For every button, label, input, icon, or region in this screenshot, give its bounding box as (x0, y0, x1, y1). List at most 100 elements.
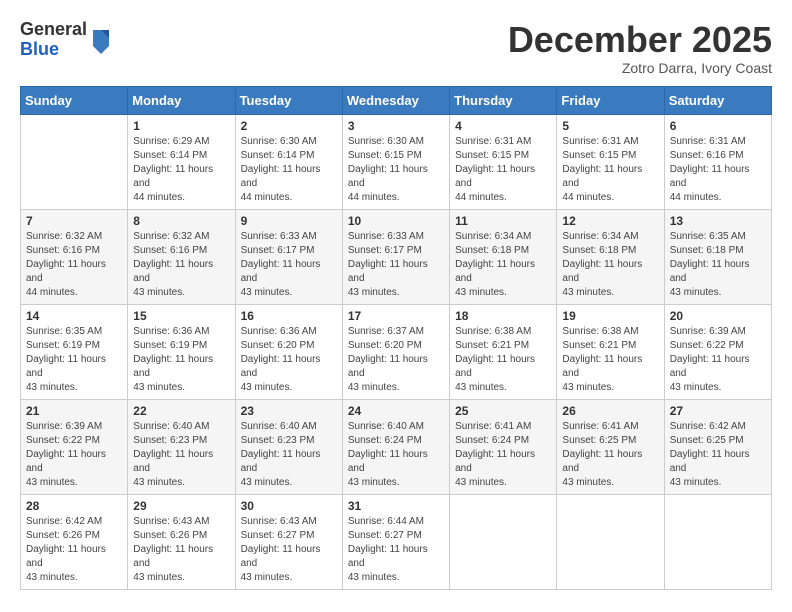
day-number: 12 (562, 214, 658, 228)
weekday-header: Friday (557, 86, 664, 114)
day-info: Sunrise: 6:30 AMSunset: 6:15 PMDaylight:… (348, 135, 444, 205)
day-info: Sunrise: 6:43 AMSunset: 6:26 PMDaylight:… (133, 515, 229, 585)
day-number: 14 (26, 309, 122, 323)
day-info: Sunrise: 6:41 AMSunset: 6:25 PMDaylight:… (562, 420, 658, 490)
day-info: Sunrise: 6:34 AMSunset: 6:18 PMDaylight:… (455, 230, 551, 300)
day-number: 19 (562, 309, 658, 323)
calendar-cell (450, 494, 557, 589)
day-number: 22 (133, 404, 229, 418)
calendar-cell: 16 Sunrise: 6:36 AMSunset: 6:20 PMDaylig… (235, 304, 342, 399)
calendar-header-row: SundayMondayTuesdayWednesdayThursdayFrid… (21, 86, 772, 114)
day-number: 4 (455, 119, 551, 133)
day-number: 31 (348, 499, 444, 513)
calendar-cell: 22 Sunrise: 6:40 AMSunset: 6:23 PMDaylig… (128, 399, 235, 494)
day-number: 5 (562, 119, 658, 133)
day-number: 23 (241, 404, 337, 418)
weekday-header: Wednesday (342, 86, 449, 114)
day-info: Sunrise: 6:31 AMSunset: 6:15 PMDaylight:… (562, 135, 658, 205)
day-number: 17 (348, 309, 444, 323)
day-info: Sunrise: 6:38 AMSunset: 6:21 PMDaylight:… (455, 325, 551, 395)
calendar-cell: 21 Sunrise: 6:39 AMSunset: 6:22 PMDaylig… (21, 399, 128, 494)
calendar-week-row: 14 Sunrise: 6:35 AMSunset: 6:19 PMDaylig… (21, 304, 772, 399)
day-number: 20 (670, 309, 766, 323)
calendar-cell: 10 Sunrise: 6:33 AMSunset: 6:17 PMDaylig… (342, 209, 449, 304)
logo-blue-text: Blue (20, 40, 87, 60)
calendar-cell: 8 Sunrise: 6:32 AMSunset: 6:16 PMDayligh… (128, 209, 235, 304)
day-info: Sunrise: 6:30 AMSunset: 6:14 PMDaylight:… (241, 135, 337, 205)
day-info: Sunrise: 6:33 AMSunset: 6:17 PMDaylight:… (348, 230, 444, 300)
day-info: Sunrise: 6:38 AMSunset: 6:21 PMDaylight:… (562, 325, 658, 395)
month-title: December 2025 (508, 20, 772, 60)
calendar-cell: 26 Sunrise: 6:41 AMSunset: 6:25 PMDaylig… (557, 399, 664, 494)
day-number: 11 (455, 214, 551, 228)
logo-general-text: General (20, 20, 87, 40)
day-number: 28 (26, 499, 122, 513)
calendar-cell: 17 Sunrise: 6:37 AMSunset: 6:20 PMDaylig… (342, 304, 449, 399)
day-number: 9 (241, 214, 337, 228)
day-info: Sunrise: 6:29 AMSunset: 6:14 PMDaylight:… (133, 135, 229, 205)
calendar-cell: 20 Sunrise: 6:39 AMSunset: 6:22 PMDaylig… (664, 304, 771, 399)
day-number: 1 (133, 119, 229, 133)
day-number: 24 (348, 404, 444, 418)
day-info: Sunrise: 6:39 AMSunset: 6:22 PMDaylight:… (26, 420, 122, 490)
day-number: 8 (133, 214, 229, 228)
calendar-cell: 4 Sunrise: 6:31 AMSunset: 6:15 PMDayligh… (450, 114, 557, 209)
day-info: Sunrise: 6:43 AMSunset: 6:27 PMDaylight:… (241, 515, 337, 585)
calendar-cell: 5 Sunrise: 6:31 AMSunset: 6:15 PMDayligh… (557, 114, 664, 209)
day-info: Sunrise: 6:41 AMSunset: 6:24 PMDaylight:… (455, 420, 551, 490)
calendar-cell: 28 Sunrise: 6:42 AMSunset: 6:26 PMDaylig… (21, 494, 128, 589)
calendar-cell: 25 Sunrise: 6:41 AMSunset: 6:24 PMDaylig… (450, 399, 557, 494)
calendar-cell: 27 Sunrise: 6:42 AMSunset: 6:25 PMDaylig… (664, 399, 771, 494)
calendar-cell: 29 Sunrise: 6:43 AMSunset: 6:26 PMDaylig… (128, 494, 235, 589)
calendar-week-row: 21 Sunrise: 6:39 AMSunset: 6:22 PMDaylig… (21, 399, 772, 494)
calendar-cell: 7 Sunrise: 6:32 AMSunset: 6:16 PMDayligh… (21, 209, 128, 304)
day-info: Sunrise: 6:37 AMSunset: 6:20 PMDaylight:… (348, 325, 444, 395)
calendar-table: SundayMondayTuesdayWednesdayThursdayFrid… (20, 86, 772, 590)
calendar-cell: 12 Sunrise: 6:34 AMSunset: 6:18 PMDaylig… (557, 209, 664, 304)
page-header: General Blue December 2025 Zotro Darra, … (20, 20, 772, 76)
weekday-header: Monday (128, 86, 235, 114)
calendar-week-row: 1 Sunrise: 6:29 AMSunset: 6:14 PMDayligh… (21, 114, 772, 209)
logo-icon (89, 26, 113, 54)
calendar-cell: 3 Sunrise: 6:30 AMSunset: 6:15 PMDayligh… (342, 114, 449, 209)
title-section: December 2025 Zotro Darra, Ivory Coast (508, 20, 772, 76)
weekday-header: Thursday (450, 86, 557, 114)
calendar-cell: 6 Sunrise: 6:31 AMSunset: 6:16 PMDayligh… (664, 114, 771, 209)
day-info: Sunrise: 6:35 AMSunset: 6:18 PMDaylight:… (670, 230, 766, 300)
day-number: 3 (348, 119, 444, 133)
day-number: 13 (670, 214, 766, 228)
day-number: 30 (241, 499, 337, 513)
calendar-cell (21, 114, 128, 209)
day-number: 10 (348, 214, 444, 228)
day-number: 2 (241, 119, 337, 133)
day-number: 7 (26, 214, 122, 228)
day-info: Sunrise: 6:40 AMSunset: 6:24 PMDaylight:… (348, 420, 444, 490)
calendar-cell: 2 Sunrise: 6:30 AMSunset: 6:14 PMDayligh… (235, 114, 342, 209)
calendar-cell (557, 494, 664, 589)
calendar-cell: 31 Sunrise: 6:44 AMSunset: 6:27 PMDaylig… (342, 494, 449, 589)
calendar-cell: 9 Sunrise: 6:33 AMSunset: 6:17 PMDayligh… (235, 209, 342, 304)
day-number: 18 (455, 309, 551, 323)
weekday-header: Sunday (21, 86, 128, 114)
day-info: Sunrise: 6:42 AMSunset: 6:25 PMDaylight:… (670, 420, 766, 490)
day-info: Sunrise: 6:40 AMSunset: 6:23 PMDaylight:… (241, 420, 337, 490)
logo: General Blue (20, 20, 113, 60)
calendar-cell: 11 Sunrise: 6:34 AMSunset: 6:18 PMDaylig… (450, 209, 557, 304)
day-info: Sunrise: 6:33 AMSunset: 6:17 PMDaylight:… (241, 230, 337, 300)
day-info: Sunrise: 6:36 AMSunset: 6:19 PMDaylight:… (133, 325, 229, 395)
day-number: 29 (133, 499, 229, 513)
day-number: 27 (670, 404, 766, 418)
day-number: 25 (455, 404, 551, 418)
day-info: Sunrise: 6:34 AMSunset: 6:18 PMDaylight:… (562, 230, 658, 300)
calendar-week-row: 7 Sunrise: 6:32 AMSunset: 6:16 PMDayligh… (21, 209, 772, 304)
day-number: 15 (133, 309, 229, 323)
day-number: 6 (670, 119, 766, 133)
calendar-cell: 23 Sunrise: 6:40 AMSunset: 6:23 PMDaylig… (235, 399, 342, 494)
location: Zotro Darra, Ivory Coast (508, 60, 772, 76)
calendar-cell: 30 Sunrise: 6:43 AMSunset: 6:27 PMDaylig… (235, 494, 342, 589)
calendar-cell: 18 Sunrise: 6:38 AMSunset: 6:21 PMDaylig… (450, 304, 557, 399)
day-number: 26 (562, 404, 658, 418)
calendar-cell (664, 494, 771, 589)
day-info: Sunrise: 6:31 AMSunset: 6:15 PMDaylight:… (455, 135, 551, 205)
calendar-cell: 14 Sunrise: 6:35 AMSunset: 6:19 PMDaylig… (21, 304, 128, 399)
